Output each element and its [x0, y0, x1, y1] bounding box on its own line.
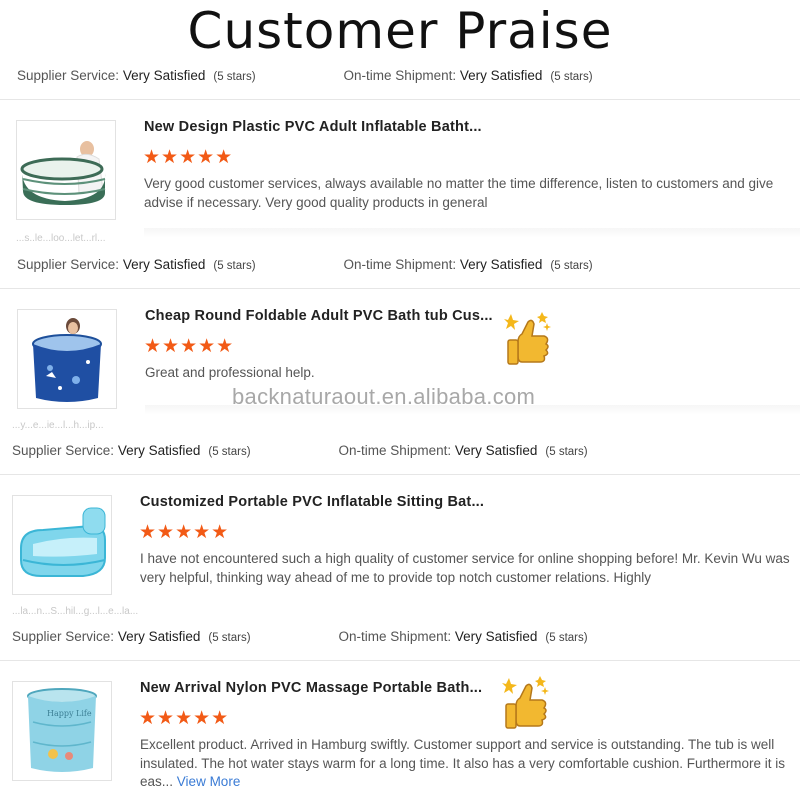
- star-rating: ★★★★★: [143, 147, 234, 168]
- thumbs-up-icon: [498, 676, 558, 741]
- product-title-link[interactable]: New Design Plastic PVC Adult Inflatable …: [144, 119, 482, 135]
- review-text: Great and professional help.: [145, 365, 315, 380]
- review-text: Excellent product. Arrived in Hamburg sw…: [140, 737, 786, 789]
- product-title-link[interactable]: Customized Portable PVC Inflatable Sitti…: [140, 494, 484, 510]
- product-thumbnail[interactable]: Happy Life: [12, 681, 112, 781]
- thumbs-up-icon: [500, 312, 560, 377]
- divider: [0, 99, 800, 100]
- watermark-text: backnaturaout.en.alibaba.com: [232, 384, 536, 409]
- rating-line: Supplier Service: Very Satisfied (5 stars…: [12, 443, 588, 458]
- buyer-name: ...s..le...loo...let...rl...: [16, 233, 106, 244]
- buyer-name: ...y...e...ie...l...h...ip...: [12, 420, 104, 431]
- review-text: Very good customer services, always avai…: [144, 176, 774, 210]
- review-text: I have not encountered such a high quali…: [140, 551, 790, 585]
- star-rating: ★★★★★: [139, 708, 230, 729]
- fade-bar: [144, 228, 800, 238]
- green-inflatable-bathtub-image: [17, 121, 115, 219]
- divider: [0, 288, 800, 289]
- divider: [0, 474, 800, 475]
- folding-bucket-tub-image: Happy Life: [13, 682, 111, 780]
- svg-text:Happy Life: Happy Life: [47, 709, 92, 718]
- star-rating: ★★★★★: [139, 522, 230, 543]
- star-rating: ★★★★★: [144, 336, 235, 357]
- product-title-link[interactable]: Cheap Round Foldable Adult PVC Bath tub …: [145, 308, 493, 324]
- rating-line: Supplier Service: Very Satisfied (5 stars…: [17, 68, 593, 83]
- cyan-inflatable-tub-image: [13, 496, 111, 594]
- buyer-name: ...la...n...S...hil...g...l...e...la...: [12, 606, 139, 617]
- product-thumbnail[interactable]: [16, 120, 116, 220]
- page-title: Customer Praise: [187, 2, 613, 60]
- product-thumbnail[interactable]: [12, 495, 112, 595]
- divider: [0, 660, 800, 661]
- rating-line: Supplier Service: Very Satisfied (5 stars…: [12, 629, 588, 644]
- rating-line: Supplier Service: Very Satisfied (5 stars…: [17, 257, 593, 272]
- product-title-link[interactable]: New Arrival Nylon PVC Massage Portable B…: [140, 680, 482, 696]
- blue-round-bathtub-image: [18, 310, 116, 408]
- product-thumbnail[interactable]: [17, 309, 117, 409]
- view-more-link[interactable]: View More: [177, 774, 241, 789]
